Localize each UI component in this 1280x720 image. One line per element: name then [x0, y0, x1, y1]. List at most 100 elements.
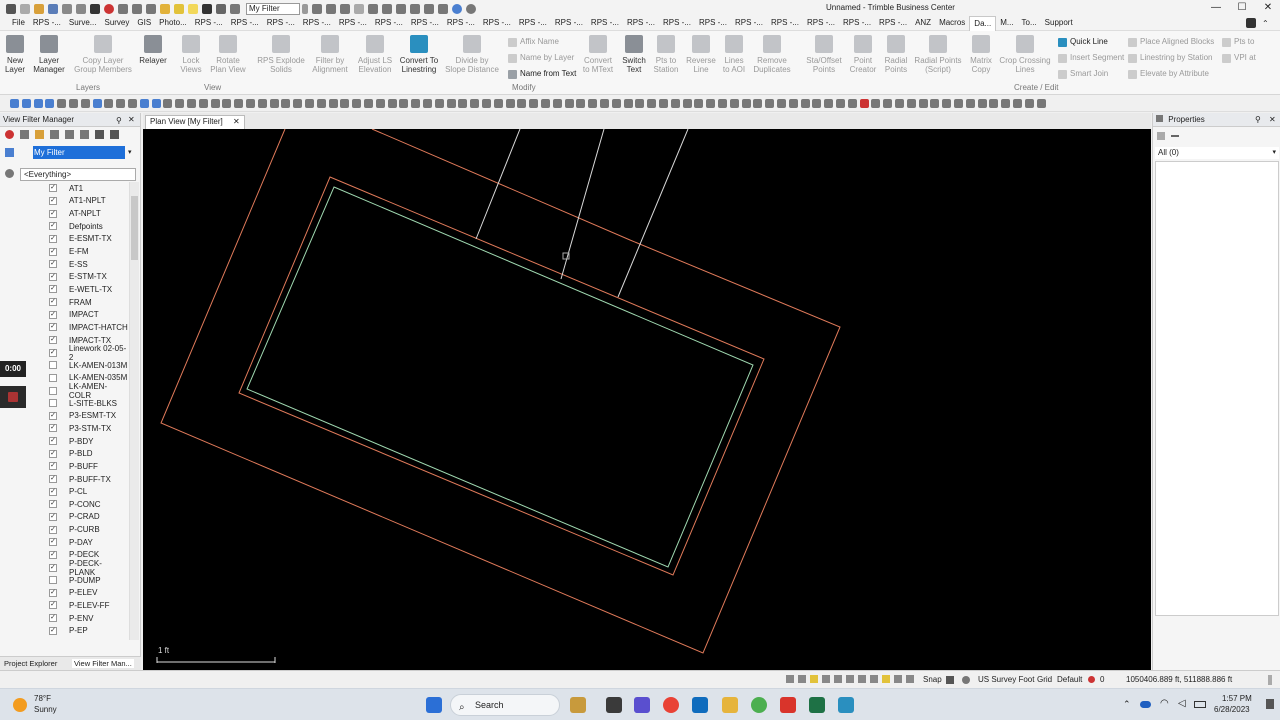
menu-item[interactable]: RPS -... — [299, 16, 335, 30]
toolbar-tool-icon[interactable] — [623, 99, 633, 108]
toolbar-tool-icon[interactable] — [57, 99, 67, 108]
menu-item[interactable]: RPS -... — [767, 16, 803, 30]
layer-row[interactable]: ✓ P-DECK-PLANK — [0, 559, 128, 577]
menu-item[interactable]: RPS -... — [191, 16, 227, 30]
chevron-down-icon[interactable] — [302, 4, 308, 14]
toolbar-tool-icon[interactable] — [977, 99, 987, 108]
layer-row[interactable]: ✓ P-ELEV-FF — [0, 599, 128, 612]
parcel-line-2[interactable] — [560, 129, 605, 280]
menu-item[interactable]: RPS -... — [335, 16, 371, 30]
sta-offset-points-button[interactable]: Sta/Offset Points — [804, 35, 844, 74]
pen-icon[interactable] — [312, 4, 322, 14]
layer-row[interactable]: ✓ Linework 02-05-2 — [0, 344, 128, 362]
toolbar-tool-icon[interactable] — [765, 99, 775, 108]
stack3-icon[interactable] — [80, 130, 89, 139]
menu-item[interactable]: Photo... — [155, 16, 191, 30]
search-layers-icon[interactable] — [5, 169, 14, 178]
selection-select[interactable]: All (0) ▾ — [1155, 147, 1279, 159]
toolbar-tool-icon[interactable] — [989, 99, 999, 108]
menu-item[interactable]: To... — [1018, 16, 1041, 30]
help-circle-icon[interactable] — [452, 4, 462, 14]
layer-row[interactable]: ✓ P-DAY — [0, 536, 128, 549]
layer-visibility-checkbox[interactable]: ✓ — [49, 626, 57, 635]
menu-item[interactable]: Support — [1041, 16, 1077, 30]
toolbar-tool-icon[interactable] — [222, 99, 232, 108]
redo-icon[interactable] — [76, 4, 86, 14]
menu-item[interactable]: RPS -... — [515, 16, 551, 30]
select-icon[interactable] — [146, 4, 156, 14]
tab-view-filter-manager[interactable]: View Filter Man... — [72, 659, 134, 668]
toolbar-tool-icon[interactable] — [859, 99, 869, 108]
smart-join-button[interactable]: Smart Join — [1058, 69, 1108, 79]
menu-item[interactable]: RPS -... — [659, 16, 695, 30]
toolbar-tool-icon[interactable] — [364, 99, 373, 108]
menu-item[interactable]: RPS -... — [227, 16, 263, 30]
toolbar-tool-icon[interactable] — [871, 99, 881, 108]
grid-label[interactable]: Grid — [1037, 675, 1052, 684]
toolbar-tool-icon[interactable] — [387, 99, 397, 108]
radial-points-button[interactable]: Radial Points — [882, 35, 910, 74]
cloud-icon[interactable] — [1140, 701, 1151, 708]
layer-icon[interactable] — [160, 4, 170, 14]
toolbar-tool-icon[interactable] — [918, 99, 928, 108]
toolbar-tool-icon[interactable] — [458, 99, 468, 108]
menu-item[interactable]: RPS -... — [731, 16, 767, 30]
trimble-app-icon[interactable] — [838, 697, 854, 713]
toolbar-tool-icon[interactable] — [10, 99, 19, 108]
layer-visibility-checkbox[interactable]: ✓ — [49, 196, 57, 205]
layer-visibility-checkbox[interactable]: ✓ — [49, 336, 57, 344]
toolbar-tool-icon[interactable] — [788, 99, 798, 108]
start-icon[interactable] — [426, 697, 442, 713]
slack-app-icon[interactable] — [751, 697, 767, 713]
layer-visibility-checkbox[interactable]: ✓ — [49, 323, 57, 332]
clock-time[interactable]: 1:57 PM — [1222, 694, 1252, 703]
toolbar-tool-icon[interactable] — [104, 99, 114, 108]
copy-layer-group-members-button[interactable]: Copy Layer Group Members — [72, 35, 134, 74]
toolbar-tool-icon[interactable] — [777, 99, 786, 108]
filter-by-alignment-button[interactable]: Filter by Alignment — [308, 35, 352, 74]
close-red-icon[interactable] — [104, 4, 114, 14]
radial-points-script-button[interactable]: Radial Points (Script) — [912, 35, 964, 74]
layer-row[interactable]: ✓ AT1 — [0, 182, 128, 195]
layer-visibility-checkbox[interactable]: ✓ — [49, 512, 57, 521]
layer-row[interactable]: ✓ P-EP — [0, 624, 128, 637]
close-panel-icon[interactable]: ✕ — [128, 113, 135, 126]
toolbar-tool-icon[interactable] — [552, 99, 562, 108]
quick-line-button[interactable]: Quick Line — [1058, 37, 1108, 47]
layer-row[interactable]: ✓ E-STM-TX — [0, 270, 128, 283]
toolbar-tool-icon[interactable] — [434, 99, 444, 108]
layer-row[interactable]: ✓ P-CL — [0, 485, 128, 498]
help-icon[interactable] — [1246, 18, 1256, 28]
menu-item[interactable]: RPS -... — [407, 16, 443, 30]
toolbar-tool-icon[interactable] — [328, 99, 338, 108]
layer-visibility-checkbox[interactable]: ✓ — [49, 601, 57, 610]
toolbar-tool-icon[interactable] — [234, 99, 244, 108]
insert-segment-button[interactable]: Insert Segment — [1058, 53, 1124, 63]
grid-icon[interactable] — [230, 4, 240, 14]
chrome-app-icon[interactable] — [663, 697, 679, 713]
pin-icon[interactable]: ⚲ — [1255, 113, 1261, 126]
menu-item[interactable]: GIS — [133, 16, 155, 30]
taskbar-search[interactable]: ⌕ Search — [450, 694, 560, 716]
toolbar-tool-icon[interactable] — [198, 99, 208, 108]
toolbar-tool-icon[interactable] — [139, 99, 149, 108]
snap-mode-icon[interactable] — [798, 675, 806, 683]
snap-mode-icon[interactable] — [786, 675, 794, 683]
toolbar-tool-icon[interactable] — [659, 99, 668, 108]
weather-temp[interactable]: 78°F — [34, 694, 51, 703]
point-creator-button[interactable]: Point Creator — [846, 35, 880, 74]
parcel-line-1[interactable] — [475, 129, 521, 240]
layer-row[interactable]: ✓ IMPACT — [0, 308, 128, 321]
pen2-icon[interactable] — [326, 4, 336, 14]
layer-manager-button[interactable]: Layer Manager — [32, 35, 66, 74]
layer-visibility-checkbox[interactable] — [49, 361, 57, 370]
terminal-app-icon[interactable] — [606, 697, 622, 713]
layer-row[interactable]: ✓ E-FM — [0, 245, 128, 258]
toolbar-tool-icon[interactable] — [954, 99, 963, 108]
layer-visibility-checkbox[interactable] — [49, 373, 57, 382]
rotate-plan-view-button[interactable]: Rotate Plan View — [208, 35, 248, 74]
linestring-by-station-button[interactable]: Linestring by Station — [1128, 53, 1213, 63]
toolbar-tool-icon[interactable] — [470, 99, 480, 108]
parcel-line-3[interactable] — [617, 129, 689, 298]
toolbar-tool-icon[interactable] — [293, 99, 303, 108]
